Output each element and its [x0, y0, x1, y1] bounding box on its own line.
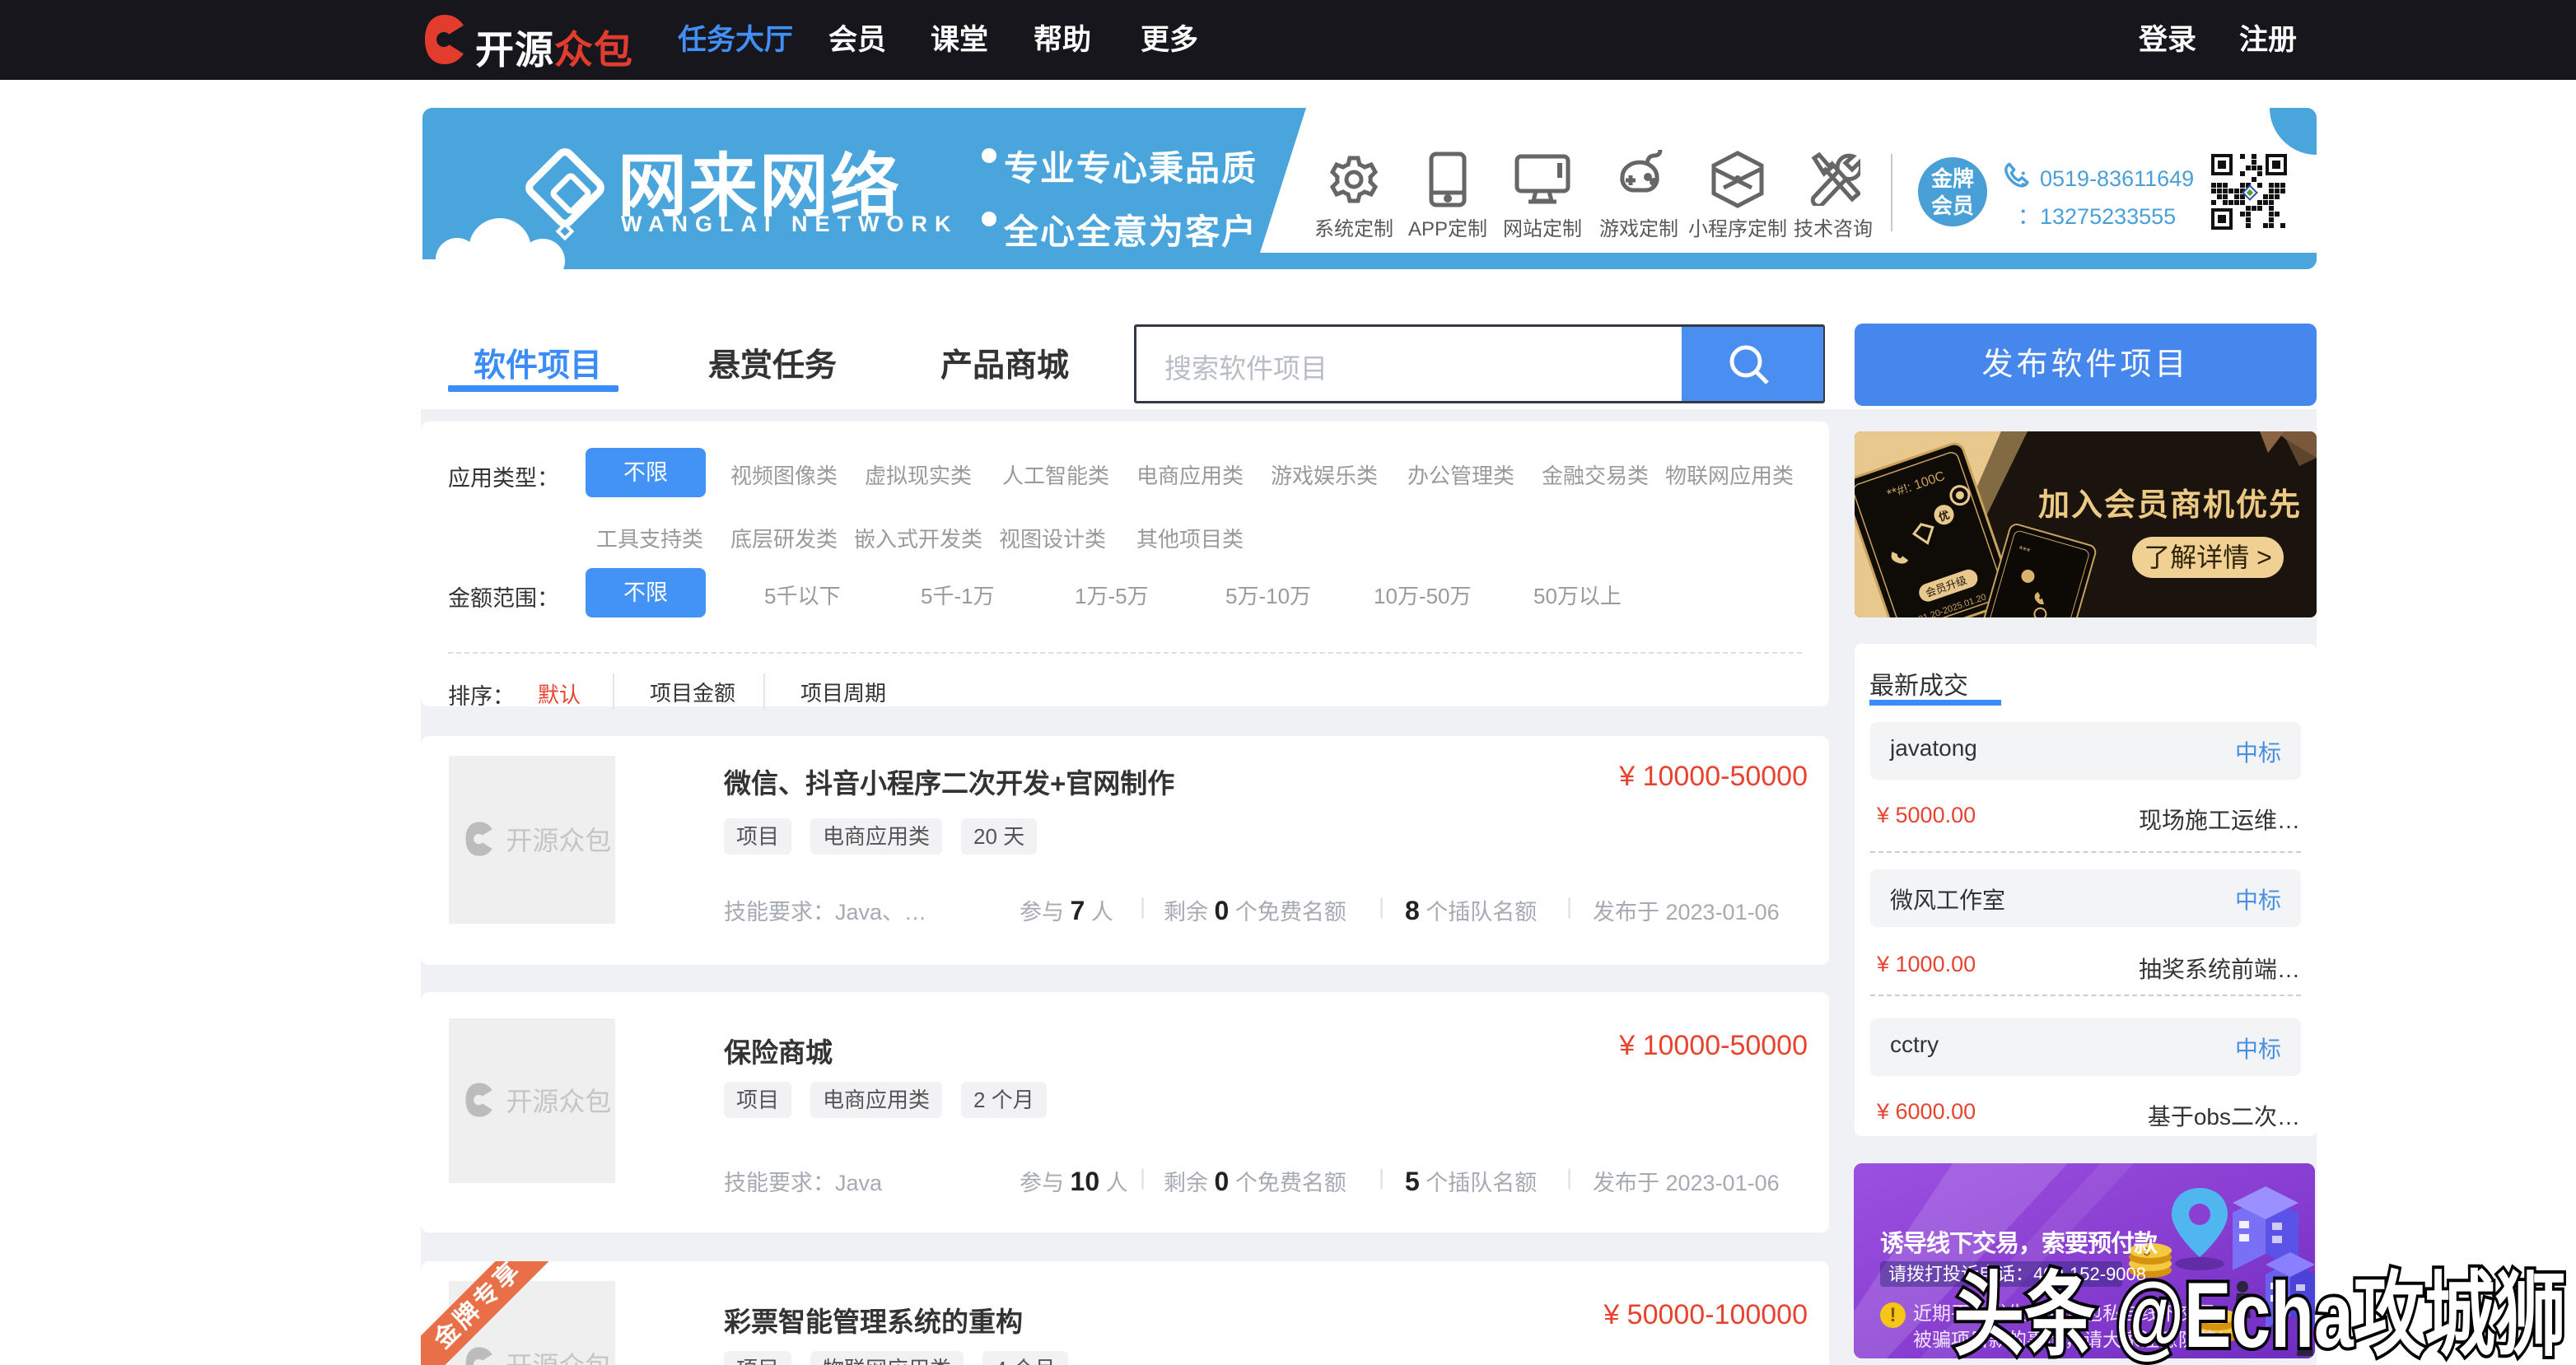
svg-text:头条 @Echa攻城狮: 头条 @Echa攻城狮	[1953, 1264, 2566, 1365]
